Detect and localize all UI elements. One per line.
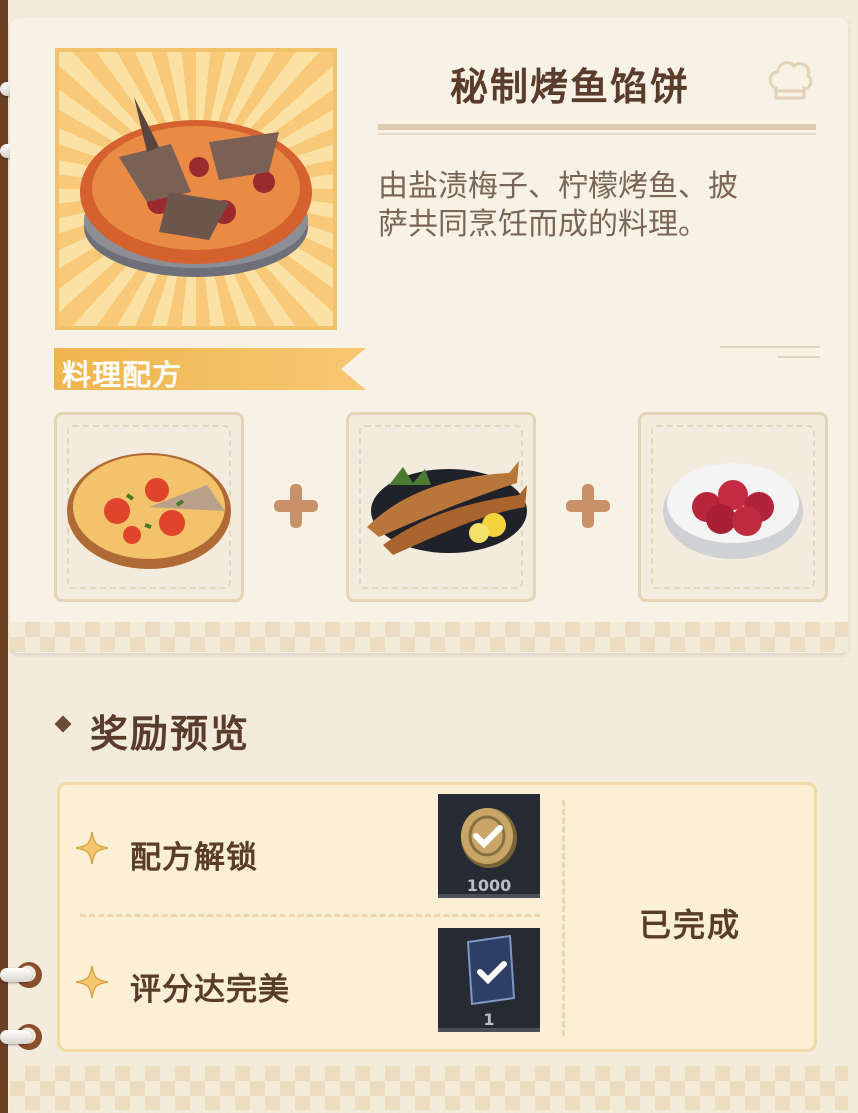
grilled-fish-icon: [367, 461, 527, 555]
reward-label-recipe-unlock: 配方解锁: [130, 840, 258, 876]
binder-ring: [0, 1020, 44, 1054]
recipe-section-label: 料理配方: [62, 358, 183, 392]
divider: [562, 800, 565, 1036]
reward-quantity: 1000: [466, 876, 512, 895]
card-icon: [466, 934, 516, 1006]
title-divider: [378, 133, 816, 135]
reward-quantity: 1: [483, 1010, 495, 1029]
reward-item-coin[interactable]: 1000: [438, 794, 540, 898]
ingredient-slot-grilled-fish[interactable]: [346, 412, 536, 602]
reward-item-card[interactable]: 1: [438, 928, 540, 1032]
plus-icon: [274, 484, 318, 528]
recipe-title: 秘制烤鱼馅饼: [449, 64, 690, 109]
sparkle-icon: [75, 831, 109, 865]
ingredient-slot-pizza[interactable]: [54, 412, 244, 602]
reward-status: 已完成: [638, 906, 741, 944]
decorative-line: [778, 356, 820, 358]
decorative-checker-border: [10, 1066, 848, 1110]
reward-label-perfect-score: 评分达完美: [130, 972, 290, 1008]
decorative-line: [720, 346, 820, 348]
salted-plum-icon: [663, 463, 803, 559]
fish-pie-icon: [80, 97, 312, 277]
rewards-heading: 奖励预览: [90, 712, 251, 756]
decorative-checker-border: [10, 622, 848, 652]
divider: [80, 914, 540, 917]
title-divider: [378, 124, 816, 130]
plus-icon: [566, 484, 610, 528]
coin-icon: [461, 808, 517, 868]
sparkle-icon: [75, 965, 109, 999]
description-line: 由盐渍梅子、柠檬烤鱼、披: [378, 169, 738, 204]
chef-hat-icon: [768, 61, 813, 100]
binder-ring: [0, 958, 44, 992]
description-line: 萨共同烹饪而成的料理。: [378, 207, 708, 242]
ingredient-slot-salted-plum[interactable]: [638, 412, 828, 602]
recipe-description: 由盐渍梅子、柠檬烤鱼、披 萨共同烹饪而成的料理。: [378, 168, 818, 244]
dish-image: [55, 48, 337, 330]
pizza-icon: [67, 453, 231, 569]
